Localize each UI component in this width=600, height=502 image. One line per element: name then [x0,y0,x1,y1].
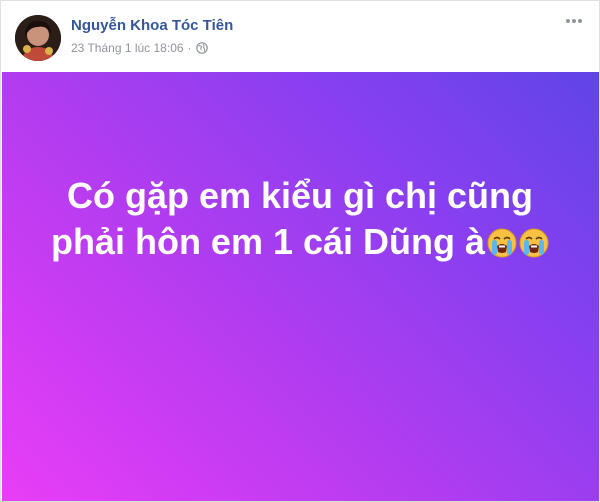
post-background [2,72,599,501]
post-header: Nguyễn Khoa Tóc Tiên 23 Tháng 1 lúc 18:0… [1,1,599,71]
post-text-line-1: Có gặp em kiểu gì chị cũng [66,175,534,216]
author-avatar[interactable] [15,15,61,61]
meta-separator: · [187,41,192,55]
facebook-post-card: Nguyễn Khoa Tóc Tiên 23 Tháng 1 lúc 18:0… [0,0,600,502]
post-meta: 23 Tháng 1 lúc 18:06 · [71,41,208,55]
more-options-icon[interactable] [563,13,585,29]
crying-face-icon [519,223,549,258]
post-text: Có gặp em kiểu gì chị cũng phải hôn em 1… [21,173,579,265]
globe-icon[interactable] [195,42,208,54]
post-text-line-2: phải hôn em 1 cái Dũng à [50,221,486,262]
crying-face-icon [487,223,517,258]
post-text-line-2-wrap: phải hôn em 1 cái Dũng à [21,219,579,265]
author-name[interactable]: Nguyễn Khoa Tóc Tiên [71,17,233,34]
post-timestamp[interactable]: 23 Tháng 1 lúc 18:06 [71,41,184,55]
avatar-image [15,15,61,61]
